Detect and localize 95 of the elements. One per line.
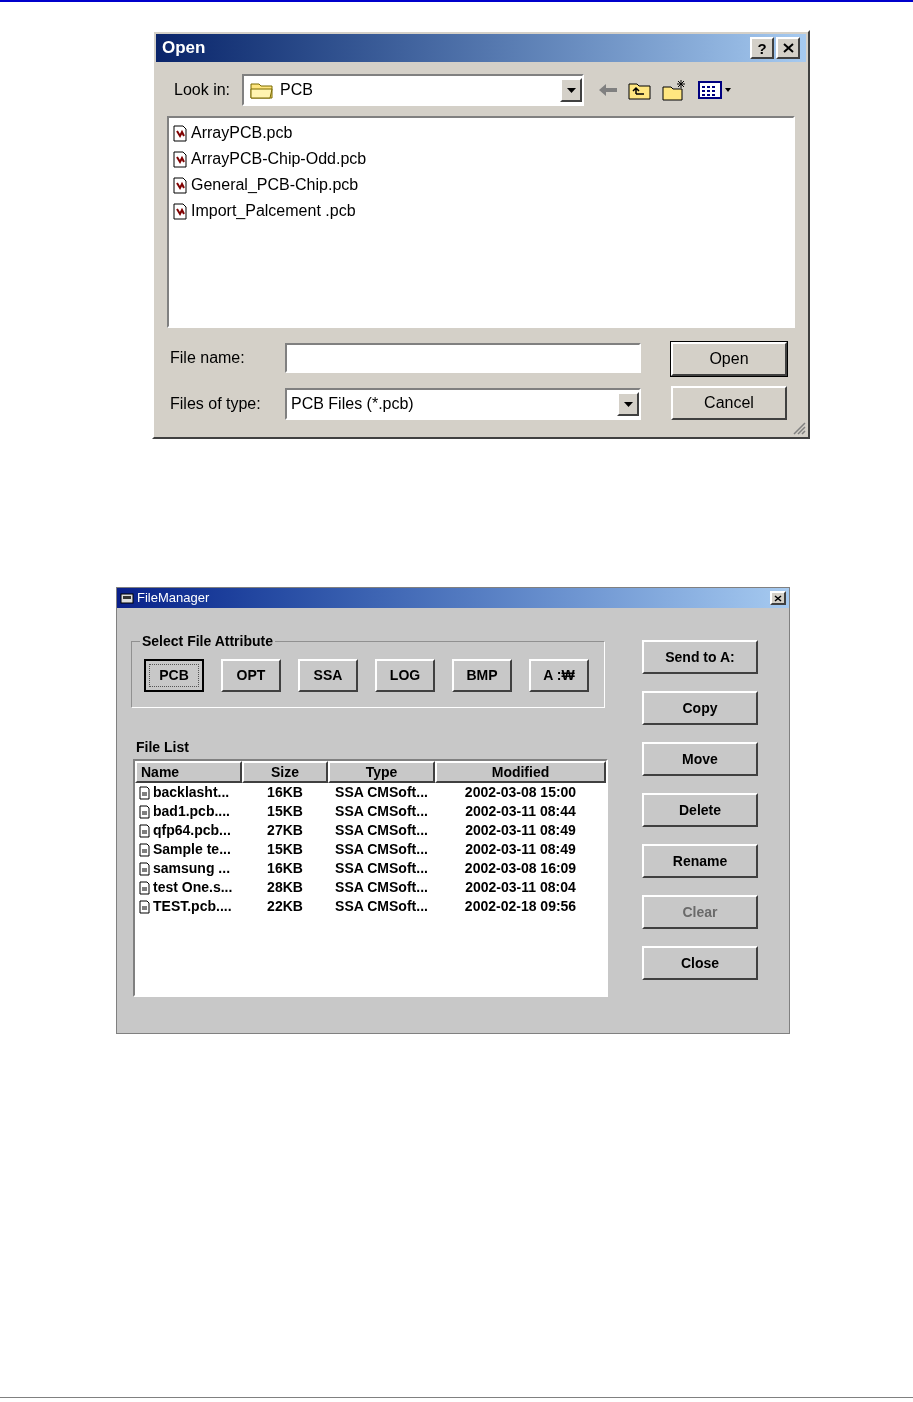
type-cell-text: SSA CMSoft... — [334, 897, 429, 916]
name-cell-text: Sample te... — [153, 840, 231, 859]
close-icon — [774, 594, 782, 602]
file-icon — [173, 202, 187, 220]
name-cell-text: bad1.pcb.... — [153, 802, 230, 821]
caret-icon — [566, 87, 576, 93]
file-row[interactable]: backlasht... 16KB SSA CMSoft... 2002-03-08 15:00 — [135, 783, 606, 802]
files-of-type-value: PCB Files (*.pcb) — [291, 394, 415, 414]
name-cell-text: test One.s... — [153, 878, 233, 897]
file-row[interactable]: bad1.pcb.... 15KB SSA CMSoft... 2002-03-11 08:44 — [135, 802, 606, 821]
modified-cell-text: 2002-02-18 09:56 — [463, 897, 578, 916]
file-icon — [139, 823, 150, 838]
file-icon — [139, 785, 150, 800]
name-cell-text: backlasht... — [153, 783, 230, 802]
window-title: Open — [162, 37, 206, 60]
column-header[interactable]: Modified — [435, 761, 606, 783]
action-button[interactable]: Close — [642, 946, 758, 980]
file-icon — [139, 880, 150, 895]
name-cell-text: TEST.pcb.... — [153, 897, 232, 916]
look-in-value: PCB — [280, 80, 314, 100]
file-item[interactable]: Import_Palcement .pcb — [173, 198, 793, 224]
attribute-button[interactable]: OPT — [221, 659, 281, 692]
help-button[interactable]: ? — [750, 37, 774, 59]
column-header[interactable]: Size — [242, 761, 328, 783]
close-icon — [782, 43, 794, 53]
dropdown-button[interactable] — [617, 392, 639, 416]
close-button[interactable] — [776, 37, 800, 59]
column-header[interactable]: Name — [135, 761, 242, 783]
modified-cell-text: 2002-03-11 08:49 — [464, 840, 577, 859]
type-cell-text: SSA CMSoft... — [334, 840, 429, 859]
file-list-label: File List — [136, 738, 190, 757]
file-row[interactable]: TEST.pcb.... 22KB SSA CMSoft... 2002-02-18 09:56 — [135, 897, 606, 916]
files-of-type-dropdown[interactable]: PCB Files (*.pcb) — [285, 388, 641, 420]
look-in-dropdown[interactable]: PCB — [242, 74, 584, 106]
new-folder-icon[interactable] — [662, 79, 688, 101]
size-cell-text: 28KB — [266, 878, 304, 897]
modified-cell-text: 2002-03-08 15:00 — [463, 783, 578, 802]
caret-icon — [623, 401, 633, 407]
app-icon — [120, 592, 134, 604]
window-title: FileManager — [137, 589, 210, 608]
type-cell-text: SSA CMSoft... — [334, 802, 429, 821]
modified-cell-text: 2002-03-11 08:49 — [464, 821, 577, 840]
file-icon — [139, 804, 150, 819]
resize-grip-icon[interactable] — [792, 421, 806, 435]
file-row[interactable]: Sample te... 15KB SSA CMSoft... 2002-03-11 08:49 — [135, 840, 606, 859]
size-cell-text: 27KB — [266, 821, 304, 840]
file-icon — [173, 150, 187, 168]
action-button[interactable]: Rename — [642, 844, 758, 878]
close-button[interactable] — [770, 591, 786, 605]
attribute-button[interactable]: PCB — [144, 659, 204, 692]
size-cell-text: 15KB — [266, 840, 304, 859]
attribute-button[interactable]: SSA — [298, 659, 358, 692]
attribute-button[interactable]: BMP — [452, 659, 512, 692]
size-cell-text: 16KB — [266, 783, 304, 802]
dialog-button[interactable]: Cancel — [671, 386, 787, 420]
name-cell-text: qfp64.pcb... — [153, 821, 231, 840]
dropdown-button[interactable] — [560, 78, 582, 102]
file-icon — [139, 899, 150, 914]
up-folder-icon[interactable] — [628, 80, 652, 100]
files-of-type-label: Files of type: — [170, 394, 262, 414]
size-cell-text: 15KB — [266, 802, 304, 821]
back-arrow-icon[interactable] — [598, 83, 618, 97]
size-cell-text: 16KB — [266, 859, 304, 878]
look-in-label: Look in: — [174, 80, 232, 100]
folder-icon — [250, 81, 274, 99]
action-button[interactable]: Delete — [642, 793, 758, 827]
file-item[interactable]: ArrayPCB.pcb — [173, 120, 793, 146]
file-icon — [139, 842, 150, 857]
file-name-field[interactable] — [285, 343, 641, 373]
type-cell-text: SSA CMSoft... — [334, 783, 429, 802]
action-button[interactable]: Move — [642, 742, 758, 776]
file-icon — [139, 861, 150, 876]
file-row[interactable]: test One.s... 28KB SSA CMSoft... 2002-03-11 08:04 — [135, 878, 606, 897]
action-button[interactable]: Send to A: — [642, 640, 758, 674]
modified-cell-text: 2002-03-08 16:09 — [463, 859, 578, 878]
file-item[interactable]: ArrayPCB-Chip-Odd.pcb — [173, 146, 793, 172]
name-cell-text: samsung ... — [153, 859, 231, 878]
file-icon — [173, 176, 187, 194]
size-cell-text: 22KB — [266, 897, 304, 916]
file-item[interactable]: General_PCB-Chip.pcb — [173, 172, 793, 198]
modified-cell-text: 2002-03-11 08:44 — [464, 802, 577, 821]
file-row[interactable]: qfp64.pcb... 27KB SSA CMSoft... 2002-03-11 08:49 — [135, 821, 606, 840]
attribute-button[interactable]: A :₩ — [529, 659, 589, 692]
column-header[interactable]: Type — [328, 761, 435, 783]
type-cell-text: SSA CMSoft... — [334, 859, 429, 878]
file-icon — [173, 124, 187, 142]
file-row[interactable]: samsung ... 16KB SSA CMSoft... 2002-03-08 16:09 — [135, 859, 606, 878]
view-menu-icon[interactable] — [698, 80, 732, 100]
modified-cell-text: 2002-03-11 08:04 — [464, 878, 577, 897]
type-cell-text: SSA CMSoft... — [334, 878, 429, 897]
file-name-label: File name: — [170, 348, 246, 368]
attribute-button[interactable]: LOG — [375, 659, 435, 692]
dialog-button[interactable]: Open — [671, 342, 787, 376]
action-button[interactable]: Copy — [642, 691, 758, 725]
type-cell-text: SSA CMSoft... — [334, 821, 429, 840]
